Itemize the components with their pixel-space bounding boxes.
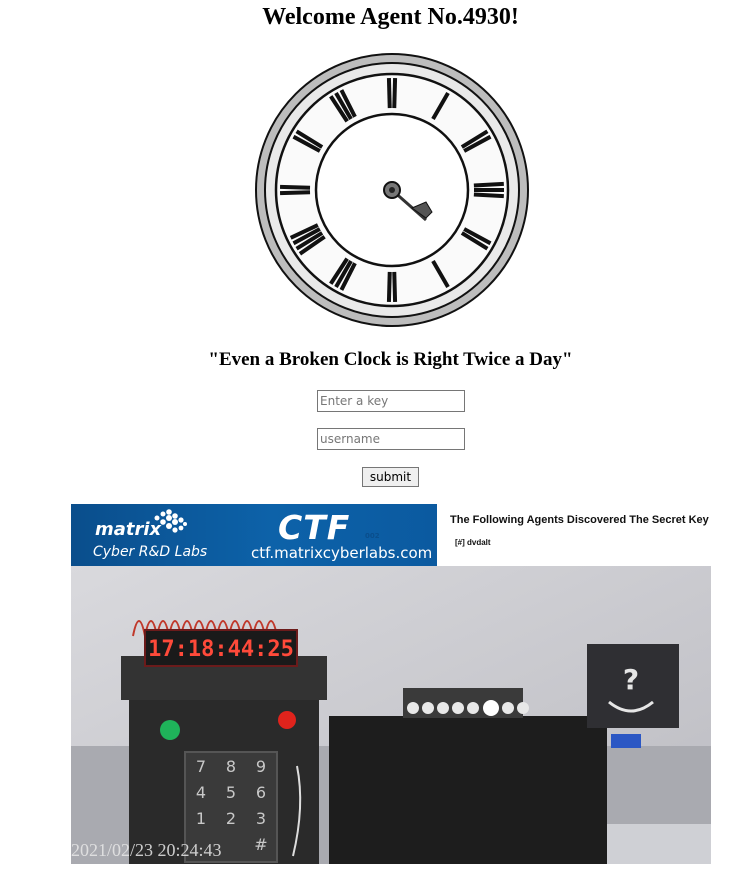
- countdown-display: 17:18:44:25: [148, 637, 294, 662]
- camera-timestamp: 2021/02/23 20:24:43: [71, 840, 222, 860]
- keypad-key: #: [254, 835, 267, 854]
- clock-numeral-stroke: [473, 192, 504, 199]
- keypad-key: 4: [196, 783, 206, 802]
- submit-button[interactable]: submit: [362, 467, 419, 487]
- ctf-banner: matrix Cyber R&D Labs CTF 002 ctf.matrix…: [71, 504, 437, 566]
- keypad-key: 3: [256, 809, 266, 828]
- clock-numeral-stroke: [386, 77, 392, 109]
- clock-face: [255, 53, 529, 327]
- keypad-key: 6: [256, 783, 266, 802]
- ctf-edition: 002: [365, 532, 380, 540]
- clock-numeral-stroke: [392, 271, 398, 303]
- agent-list-item: [#] dvdalt: [455, 538, 491, 547]
- clock-numeral-stroke: [279, 184, 311, 190]
- keypad-key: 5: [226, 783, 236, 802]
- green-led: [160, 720, 180, 740]
- keypad-key: 8: [226, 757, 236, 776]
- username-input[interactable]: [317, 428, 465, 450]
- brand-name: matrix: [95, 519, 162, 540]
- ctf-logo: CTF: [278, 508, 351, 547]
- key-input[interactable]: [317, 390, 465, 412]
- keypad-key: 2: [226, 809, 236, 828]
- clock-numeral-stroke: [392, 77, 398, 109]
- clock-numeral-stroke: [386, 271, 392, 303]
- brand-subtitle: Cyber R&D Labs: [93, 544, 208, 560]
- ctf-url: ctf.matrixcyberlabs.com: [251, 544, 433, 562]
- page-title: Welcome Agent No.4930!: [262, 4, 519, 30]
- camera-feed: 17:18:44:25 7 8 9 4 5 6 1 2 3 # ?: [71, 566, 711, 864]
- keypad-key: 7: [196, 757, 206, 776]
- question-mark-icon: ?: [623, 663, 639, 696]
- red-led: [278, 711, 296, 729]
- agents-heading: The Following Agents Discovered The Secr…: [450, 514, 709, 526]
- quote-heading: "Even a Broken Clock is Right Twice a Da…: [208, 349, 573, 370]
- camera-panel: matrix Cyber R&D Labs CTF 002 ctf.matrix…: [71, 504, 711, 864]
- clock-numeral-stroke: [279, 190, 311, 196]
- clock-numeral-stroke: [473, 181, 504, 188]
- keypad-key: 9: [256, 757, 266, 776]
- keypad-key: 1: [196, 809, 206, 828]
